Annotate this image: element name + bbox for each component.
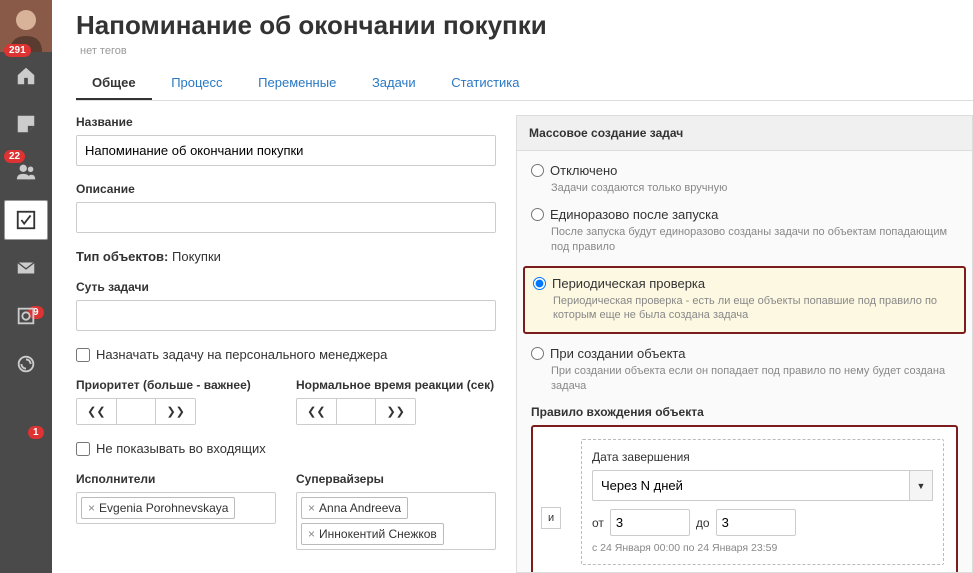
performers-box[interactable]: ×Evgenia Porohnevskaya [76, 492, 276, 524]
remove-icon[interactable]: × [308, 501, 315, 515]
reaction-fast-down[interactable]: ❮❮ [297, 399, 337, 424]
opt-periodic-radio[interactable] [533, 277, 546, 290]
form-column: Название Описание Тип объектов: Покупки … [76, 115, 496, 573]
nav-home[interactable] [0, 52, 52, 100]
reaction-label: Нормальное время реакции (сек) [296, 378, 496, 392]
badge-sync: 1 [28, 426, 44, 439]
nav-contacts[interactable] [0, 148, 52, 196]
reaction-stepper: ❮❮ ❯❯ [296, 398, 416, 425]
desc-label: Описание [76, 182, 496, 196]
tab-process[interactable]: Процесс [155, 67, 238, 98]
tab-tasks[interactable]: Задачи [356, 67, 432, 98]
cond1-label: Дата завершения [592, 450, 933, 464]
sidebar: 291 22 9 1 [0, 0, 52, 573]
name-input[interactable] [76, 135, 496, 166]
panel-title: Массовое создание задач [517, 116, 972, 151]
opt-periodic-desc: Периодическая проверка - есть ли еще объ… [553, 294, 956, 323]
remove-icon[interactable]: × [308, 527, 315, 541]
opt-off-desc: Задачи создаются только вручную [551, 181, 958, 195]
main: Напоминание об окончании покупки нет тег… [52, 0, 973, 573]
chevron-down-icon[interactable]: ▼ [909, 470, 933, 501]
assign-personal-label: Назначать задачу на персонального менедж… [96, 347, 387, 362]
from-input[interactable] [610, 509, 690, 536]
hide-inbox-label: Не показывать во входящих [96, 441, 266, 456]
objtype-value: Покупки [172, 249, 221, 264]
nav-sync[interactable] [0, 340, 52, 388]
opt-once-radio[interactable] [531, 208, 544, 221]
supervisors-label: Супервайзеры [296, 472, 496, 486]
tabs: Общее Процесс Переменные Задачи Статисти… [76, 67, 973, 101]
opt-oncreate-radio[interactable] [531, 347, 544, 360]
rule-label: Правило вхождения объекта [531, 405, 958, 419]
rule-join[interactable]: и [541, 507, 561, 529]
to-input[interactable] [716, 509, 796, 536]
rule-box: и Дата завершения ▼ от до [531, 425, 958, 572]
opt-once-desc: После запуска будут единоразово созданы … [551, 225, 958, 254]
priority-fast-down[interactable]: ❮❮ [77, 399, 117, 424]
reaction-value[interactable] [337, 399, 377, 424]
priority-label: Приоритет (больше - важнее) [76, 378, 276, 392]
name-label: Название [76, 115, 496, 129]
no-tags[interactable]: нет тегов [80, 45, 973, 57]
opt-off-label: Отключено [550, 163, 617, 178]
essence-label: Суть задачи [76, 280, 496, 294]
nav-mail[interactable] [0, 244, 52, 292]
opt-oncreate-desc: При создании объекта если он попадает по… [551, 364, 958, 393]
from-label: от [592, 516, 604, 530]
opt-once-label: Единоразово после запуска [550, 207, 718, 222]
reaction-fast-up[interactable]: ❯❯ [376, 399, 415, 424]
page-title: Напоминание об окончании покупки [76, 10, 973, 41]
objtype-label: Тип объектов: [76, 249, 168, 264]
desc-input[interactable] [76, 202, 496, 233]
mass-panel: Массовое создание задач Отключено Задачи… [516, 115, 973, 573]
tab-stats[interactable]: Статистика [435, 67, 535, 98]
priority-value[interactable] [117, 399, 157, 424]
essence-input[interactable] [76, 300, 496, 331]
tab-general[interactable]: Общее [76, 67, 152, 100]
priority-stepper: ❮❮ ❯❯ [76, 398, 196, 425]
to-label: до [696, 516, 710, 530]
opt-oncreate-label: При создании объекта [550, 346, 685, 361]
cond1-mode-select[interactable] [592, 470, 909, 501]
supervisors-box[interactable]: ×Anna Andreeva ×Иннокентий Снежков [296, 492, 496, 550]
tab-variables[interactable]: Переменные [242, 67, 352, 98]
opt-off-radio[interactable] [531, 164, 544, 177]
supervisor-tag: ×Иннокентий Снежков [301, 523, 444, 545]
opt-periodic-label: Периодическая проверка [552, 276, 705, 291]
priority-fast-up[interactable]: ❯❯ [156, 399, 195, 424]
hide-inbox-checkbox[interactable] [76, 442, 90, 456]
performer-tag: ×Evgenia Porohnevskaya [81, 497, 235, 519]
nav-tasks[interactable] [4, 200, 48, 240]
range-hint: с 24 Января 00:00 по 24 Января 23:59 [592, 542, 933, 554]
supervisor-tag: ×Anna Andreeva [301, 497, 408, 519]
nav-reports[interactable] [0, 100, 52, 148]
condition-date: Дата завершения ▼ от до с 2 [581, 439, 944, 565]
assign-personal-checkbox[interactable] [76, 348, 90, 362]
nav-safe[interactable] [0, 292, 52, 340]
remove-icon[interactable]: × [88, 501, 95, 515]
performers-label: Исполнители [76, 472, 276, 486]
